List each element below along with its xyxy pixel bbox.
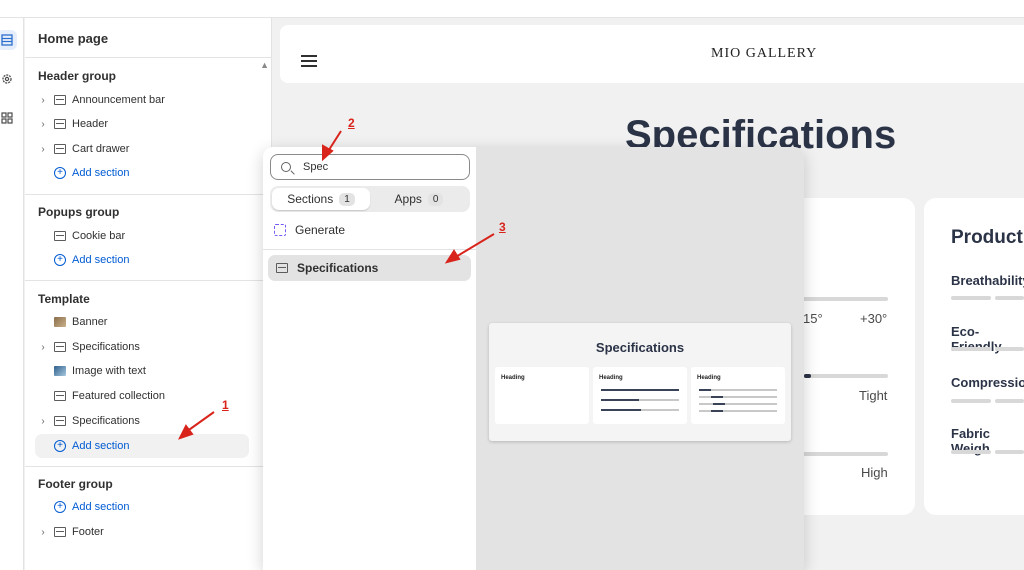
annotation-label: 2 (348, 116, 355, 130)
annotation-label: 3 (499, 220, 506, 234)
annotation-label: 1 (222, 398, 229, 412)
annotation-arrows (178, 130, 495, 440)
